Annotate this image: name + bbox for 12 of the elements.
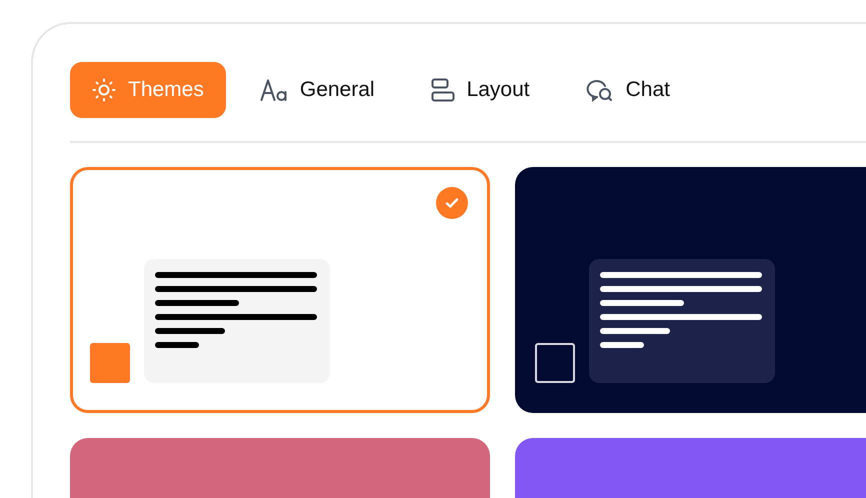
- chat-icon: [586, 78, 614, 102]
- tab[interactable]: Layout: [408, 62, 552, 118]
- theme-card[interactable]: [515, 167, 866, 413]
- color-swatch: [535, 343, 575, 383]
- theme-card[interactable]: [70, 167, 490, 413]
- sun-icon: [92, 78, 116, 102]
- font-icon: [260, 78, 288, 102]
- color-swatch: [90, 343, 130, 383]
- check-icon: [436, 187, 468, 219]
- tab[interactable]: Chat: [564, 62, 692, 118]
- tab[interactable]: General: [238, 62, 397, 118]
- layout-icon: [430, 78, 455, 102]
